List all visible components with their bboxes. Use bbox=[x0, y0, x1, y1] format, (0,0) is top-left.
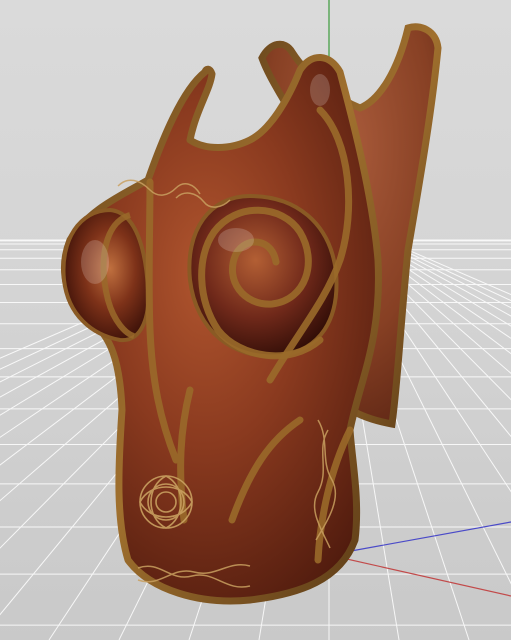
corset-right-cup bbox=[187, 193, 339, 360]
3d-viewport[interactable] bbox=[0, 0, 511, 640]
scene-canvas bbox=[0, 0, 511, 640]
